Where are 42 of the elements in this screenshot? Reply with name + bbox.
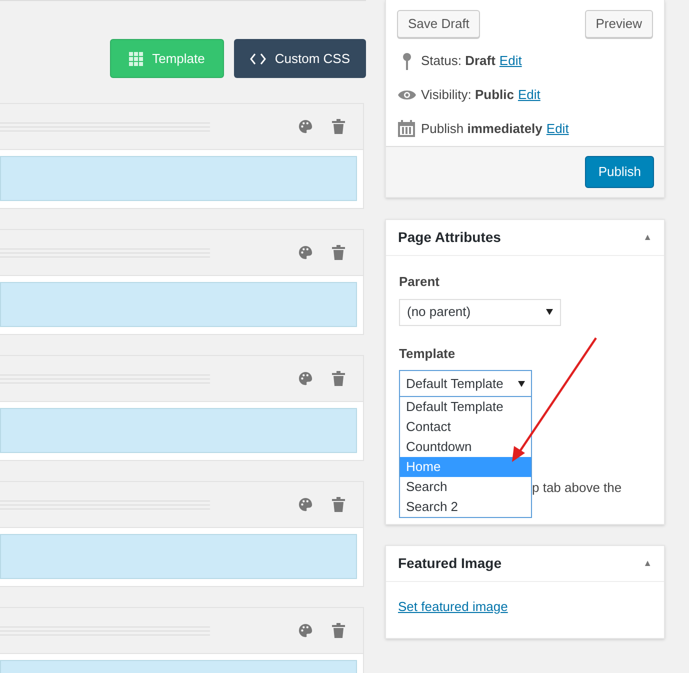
- publish-button[interactable]: Publish: [585, 156, 654, 188]
- help-text: p tab above the: [532, 480, 622, 495]
- pin-icon: [400, 52, 412, 70]
- collapse-toggle[interactable]: ▲: [643, 556, 652, 570]
- dropdown-option[interactable]: Search: [400, 477, 531, 497]
- code-icon: [250, 52, 266, 64]
- trash-icon[interactable]: [332, 623, 345, 638]
- trash-icon[interactable]: [332, 371, 345, 386]
- collapse-toggle[interactable]: ▲: [643, 230, 652, 244]
- palette-icon[interactable]: [298, 623, 313, 638]
- palette-icon[interactable]: [298, 371, 313, 386]
- save-draft-button[interactable]: Save Draft: [397, 10, 480, 38]
- grid-icon: [129, 52, 144, 66]
- template-select[interactable]: Default Template: [399, 370, 532, 397]
- panel-title: Featured Image: [398, 554, 502, 573]
- trash-icon[interactable]: [332, 245, 345, 260]
- edit-link[interactable]: Edit: [499, 50, 522, 70]
- eye-icon: [396, 88, 416, 102]
- parent-select[interactable]: (no parent): [399, 298, 561, 326]
- status-line: Visibility: Public: [421, 86, 514, 104]
- dropdown-option[interactable]: Search 2: [400, 497, 531, 517]
- palette-icon[interactable]: [298, 497, 313, 512]
- edit-link[interactable]: Edit: [518, 84, 540, 104]
- caret-icon: [518, 380, 525, 386]
- trash-icon[interactable]: [332, 497, 345, 512]
- dropdown-option[interactable]: Contact: [400, 417, 531, 437]
- panel-title: Page Attributes: [398, 228, 501, 247]
- custom-css-button[interactable]: Custom CSS: [234, 39, 366, 78]
- dropdown-option[interactable]: Default Template: [400, 397, 531, 417]
- dropdown-option[interactable]: Countdown: [400, 437, 531, 457]
- caret-icon: [546, 309, 553, 315]
- field-label: Template: [399, 344, 456, 363]
- status-line: Publish immediately: [421, 120, 542, 138]
- field-label: Parent: [399, 273, 440, 291]
- palette-icon[interactable]: [298, 119, 313, 134]
- trash-icon[interactable]: [332, 119, 345, 134]
- calendar-icon: [398, 120, 415, 137]
- preview-button[interactable]: Preview: [584, 10, 653, 38]
- edit-link[interactable]: Edit: [546, 118, 569, 138]
- status-line: Status: Draft: [421, 52, 496, 70]
- set-featured-image-link[interactable]: Set featured image: [398, 597, 508, 616]
- palette-icon[interactable]: [298, 245, 313, 260]
